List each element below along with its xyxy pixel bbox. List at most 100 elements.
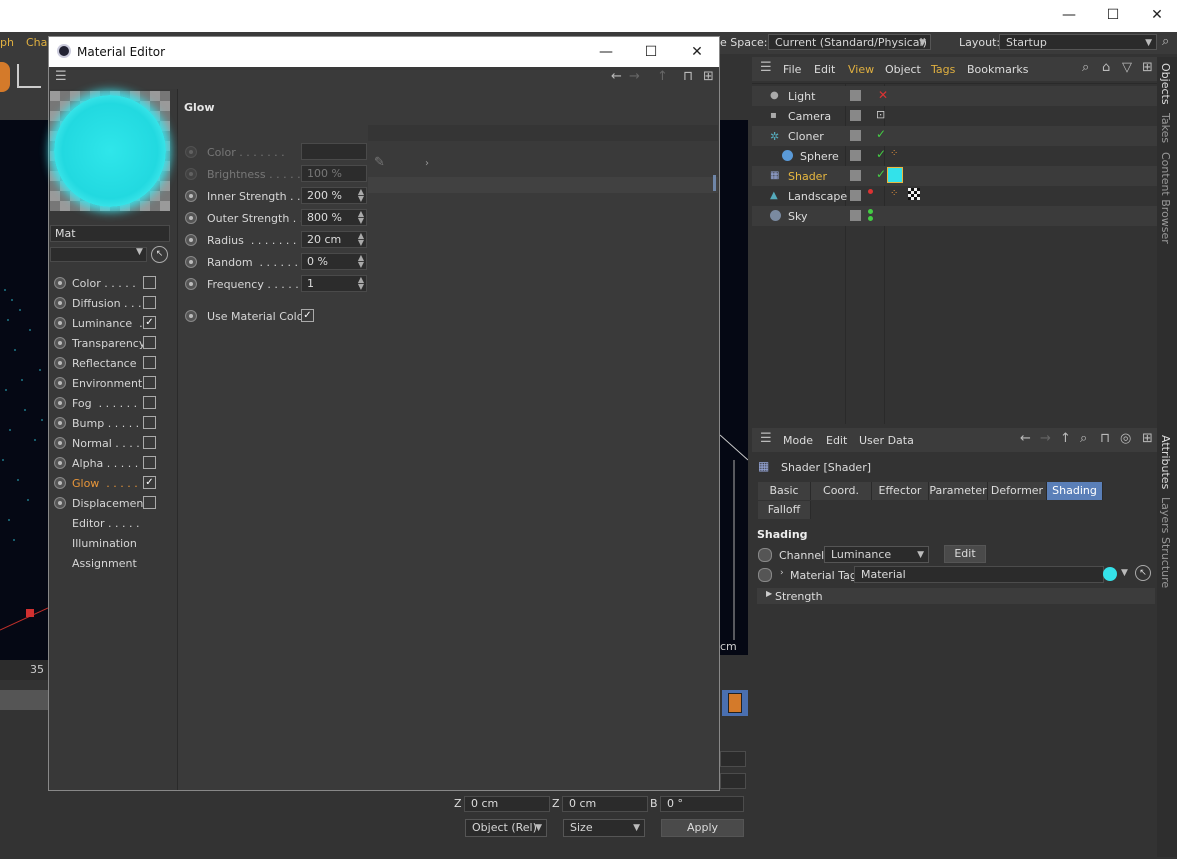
hamburger-icon[interactable]: ☰ bbox=[760, 60, 772, 75]
channel-animate-radio[interactable] bbox=[54, 497, 66, 509]
channel-item[interactable]: Editor . . . . . bbox=[49, 513, 177, 533]
channel-item[interactable]: Glow . . . . . ✓ bbox=[49, 473, 177, 493]
status-dot-icon[interactable] bbox=[868, 209, 873, 214]
edit-button[interactable]: Edit bbox=[944, 545, 986, 563]
parameter-field[interactable] bbox=[301, 143, 367, 160]
menu-bookmarks[interactable]: Bookmarks bbox=[967, 63, 1028, 76]
channel-item[interactable]: Assignment bbox=[49, 553, 177, 573]
channel-item[interactable]: Transparency bbox=[49, 333, 177, 353]
channel-checkbox[interactable] bbox=[143, 496, 156, 509]
object-row-shader[interactable]: ▦ Shader ✓ bbox=[752, 166, 1157, 186]
use-material-color-row[interactable]: Use Material Color ✓ bbox=[178, 305, 719, 327]
render-film-icon[interactable] bbox=[722, 690, 748, 716]
chevron-down-icon[interactable]: ▼ bbox=[1121, 568, 1128, 578]
object-row-camera[interactable]: ▪ Camera ⊡ bbox=[752, 106, 1157, 126]
expand-chevron-icon[interactable]: › bbox=[425, 158, 429, 169]
channel-animate-radio[interactable] bbox=[54, 317, 66, 329]
channel-animate-radio[interactable] bbox=[54, 417, 66, 429]
parameter-field[interactable]: 0 % ▲ ▼ bbox=[301, 253, 367, 270]
parameter-field[interactable]: 1 ▲ ▼ bbox=[301, 275, 367, 292]
new-panel-icon[interactable]: ⊞ bbox=[1142, 431, 1153, 446]
layer-toggle-icon[interactable] bbox=[850, 130, 861, 141]
channel-animate-radio[interactable] bbox=[54, 397, 66, 409]
tab-attributes[interactable]: Attributes bbox=[1159, 435, 1172, 489]
menu-file[interactable]: File bbox=[783, 63, 801, 76]
filter-icon[interactable]: ▽ bbox=[1122, 60, 1132, 75]
forward-arrow-icon[interactable]: → bbox=[629, 69, 640, 84]
up-arrow-icon[interactable]: ↑ bbox=[657, 69, 668, 84]
minimize-button[interactable]: — bbox=[1046, 0, 1092, 30]
material-tag-animate-radio[interactable] bbox=[758, 568, 772, 582]
channel-animate-radio[interactable] bbox=[54, 377, 66, 389]
checkmark-icon[interactable]: ✓ bbox=[876, 167, 886, 181]
coordinate-mode-dropdown[interactable]: Object (Rel) ▼ bbox=[465, 819, 547, 837]
material-swatch-icon[interactable] bbox=[1103, 567, 1117, 581]
channel-animate-radio[interactable] bbox=[54, 457, 66, 469]
channel-item[interactable]: Displacement bbox=[49, 493, 177, 513]
object-row-sphere[interactable]: Sphere ✓ ⁘ bbox=[752, 146, 1157, 166]
maximize-button[interactable]: ☐ bbox=[628, 37, 674, 67]
spinner-arrows-icon[interactable]: ▲ ▼ bbox=[358, 210, 364, 225]
expand-triangle-icon[interactable]: ▶ bbox=[766, 589, 772, 598]
back-arrow-icon[interactable]: ← bbox=[611, 69, 622, 84]
channel-item[interactable]: Color . . . . . bbox=[49, 273, 177, 293]
channel-checkbox[interactable] bbox=[143, 356, 156, 369]
spinner-arrows-icon[interactable]: ▲ ▼ bbox=[358, 232, 364, 247]
menu-tags[interactable]: Tags bbox=[931, 63, 955, 76]
material-tag-field[interactable]: Material bbox=[854, 566, 1104, 583]
parameter-field[interactable]: 100 % bbox=[301, 165, 367, 182]
channel-animate-radio[interactable] bbox=[54, 277, 66, 289]
expand-chevron-icon[interactable]: › bbox=[780, 568, 784, 578]
animate-radio[interactable] bbox=[185, 168, 197, 180]
pick-arrow-icon[interactable]: ↖ bbox=[151, 246, 168, 263]
tab-effector[interactable]: Effector bbox=[872, 482, 929, 500]
disabled-x-icon[interactable]: ✕ bbox=[878, 88, 888, 102]
object-row-landscape[interactable]: ▲ Landscape ⁘ bbox=[752, 186, 1157, 206]
menu-mode[interactable]: Mode bbox=[783, 434, 813, 447]
spinner-arrows-icon[interactable]: ▲ ▼ bbox=[358, 188, 364, 203]
menu-item-graph[interactable]: ph bbox=[0, 36, 14, 49]
new-panel-icon[interactable]: ⊞ bbox=[703, 69, 714, 84]
chevron-down-icon[interactable]: ▼ bbox=[136, 247, 143, 257]
phong-tag-icon[interactable]: ⁘ bbox=[890, 188, 898, 199]
channel-item[interactable]: Luminance . ✓ bbox=[49, 313, 177, 333]
maximize-button[interactable]: ☐ bbox=[1090, 0, 1136, 30]
channel-item[interactable]: Normal . . . . bbox=[49, 433, 177, 453]
tab-coord[interactable]: Coord. bbox=[811, 482, 872, 500]
close-button[interactable]: ✕ bbox=[674, 37, 720, 67]
search-icon[interactable]: ⌕ bbox=[1082, 60, 1089, 75]
menu-view[interactable]: View bbox=[848, 63, 874, 76]
material-preview[interactable] bbox=[50, 91, 170, 211]
hamburger-icon[interactable]: ☰ bbox=[760, 431, 772, 446]
parameter-row[interactable]: Random . . . . . . 0 % ▲ ▼ bbox=[178, 251, 719, 273]
channel-checkbox[interactable] bbox=[143, 396, 156, 409]
eyedropper-icon[interactable]: ✎ bbox=[374, 155, 385, 170]
channel-animate-radio[interactable] bbox=[54, 357, 66, 369]
channel-checkbox[interactable] bbox=[143, 276, 156, 289]
z-position-field[interactable]: 0 cm bbox=[464, 796, 550, 812]
new-panel-icon[interactable]: ⊞ bbox=[1142, 60, 1153, 75]
spinner-arrows-icon[interactable]: ▲ ▼ bbox=[358, 276, 364, 291]
layout-dropdown[interactable]: Startup ▼ bbox=[999, 34, 1157, 50]
animate-radio[interactable] bbox=[185, 256, 197, 268]
channel-animate-radio[interactable] bbox=[54, 477, 66, 489]
tab-parameter[interactable]: Parameter bbox=[929, 482, 988, 500]
channel-animate-radio[interactable] bbox=[758, 548, 772, 562]
menu-edit[interactable]: Edit bbox=[826, 434, 847, 447]
menu-user-data[interactable]: User Data bbox=[859, 434, 914, 447]
parameter-row[interactable]: Frequency . . . . . 1 ▲ ▼ bbox=[178, 273, 719, 295]
tab-basic[interactable]: Basic bbox=[758, 482, 811, 500]
object-row-light[interactable]: ● Light ✕ bbox=[752, 86, 1157, 106]
layer-toggle-icon[interactable] bbox=[850, 150, 861, 161]
parameter-field[interactable]: 20 cm ▲ ▼ bbox=[301, 231, 367, 248]
target-icon[interactable]: ◎ bbox=[1120, 431, 1131, 446]
channel-dropdown[interactable]: Luminance ▼ bbox=[824, 546, 929, 563]
animate-radio[interactable] bbox=[185, 234, 197, 246]
home-icon[interactable]: ⌂ bbox=[1102, 60, 1110, 75]
animate-radio[interactable] bbox=[185, 190, 197, 202]
channel-checkbox[interactable] bbox=[143, 416, 156, 429]
layer-toggle-icon[interactable] bbox=[850, 170, 861, 181]
pick-arrow-icon[interactable]: ↖ bbox=[1135, 565, 1151, 581]
layer-toggle-icon[interactable] bbox=[850, 210, 861, 221]
channel-item[interactable]: Environment bbox=[49, 373, 177, 393]
